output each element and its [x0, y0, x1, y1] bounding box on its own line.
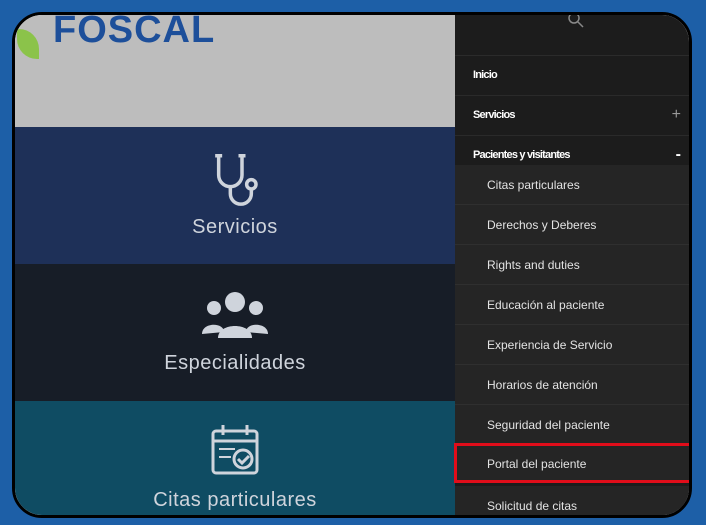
submenu-item-experiencia-servicio[interactable]: Experiencia de Servicio	[455, 325, 689, 365]
collapse-icon[interactable]: -	[676, 146, 681, 164]
expand-icon[interactable]: +	[672, 106, 681, 124]
menu-item-inicio[interactable]: Inicio	[455, 56, 689, 96]
site-header: FOSCAL	[15, 15, 455, 127]
menu-item-servicios[interactable]: Servicios +	[455, 96, 689, 136]
submenu-item-rights-duties[interactable]: Rights and duties	[455, 245, 689, 285]
submenu-item-portal-paciente[interactable]: Portal del paciente	[454, 443, 689, 483]
menu-search[interactable]	[455, 12, 689, 56]
people-group-icon	[202, 292, 268, 338]
submenu-item-horarios-atencion[interactable]: Horarios de atención	[455, 365, 689, 405]
submenu-item-seguridad-paciente[interactable]: Seguridad del paciente	[455, 405, 689, 445]
submenu-label: Derechos y Deberes	[487, 218, 597, 232]
submenu-label: Citas particulares	[487, 178, 580, 192]
submenu-label: Seguridad del paciente	[487, 418, 610, 432]
tile-servicios[interactable]: Servicios	[15, 127, 455, 264]
tile-citas-particulares[interactable]: Citas particulares	[15, 401, 455, 515]
tile-label: Citas particulares	[153, 489, 317, 511]
site-logo[interactable]: FOSCAL	[53, 15, 215, 52]
submenu-item-derechos-deberes[interactable]: Derechos y Deberes	[455, 205, 689, 245]
submenu-item-educacion-paciente[interactable]: Educación al paciente	[455, 285, 689, 325]
tile-especialidades[interactable]: Especialidades	[15, 264, 455, 401]
menu-item-label: Pacientes y visitantes	[473, 149, 571, 161]
submenu-label: Horarios de atención	[487, 378, 598, 392]
submenu-item-citas-particulares[interactable]: Citas particulares	[455, 165, 689, 205]
logo-leaf-icon	[17, 29, 39, 59]
submenu-label: Portal del paciente	[487, 457, 587, 471]
submenu-item-solicitud-citas[interactable]: Solicitud de citas	[455, 486, 689, 515]
tile-label: Especialidades	[164, 352, 306, 374]
menu-item-label: Servicios	[473, 109, 516, 121]
screenshot-frame: FOSCAL Servicios Especialidades Citas pa…	[12, 12, 692, 518]
submenu-label: Educación al paciente	[487, 298, 605, 312]
search-icon[interactable]	[567, 12, 585, 29]
menu-item-label: Inicio	[473, 69, 498, 81]
tile-label: Servicios	[192, 216, 278, 238]
calendar-check-icon	[211, 425, 259, 475]
main-content: FOSCAL Servicios Especialidades Citas pa…	[15, 15, 455, 515]
submenu-label: Experiencia de Servicio	[487, 338, 613, 352]
submenu-label: Solicitud de citas	[487, 499, 578, 513]
submenu-label: Rights and duties	[487, 258, 580, 272]
stethoscope-icon	[215, 154, 258, 206]
side-menu: Inicio Servicios + Pacientes y visitante…	[454, 12, 689, 515]
